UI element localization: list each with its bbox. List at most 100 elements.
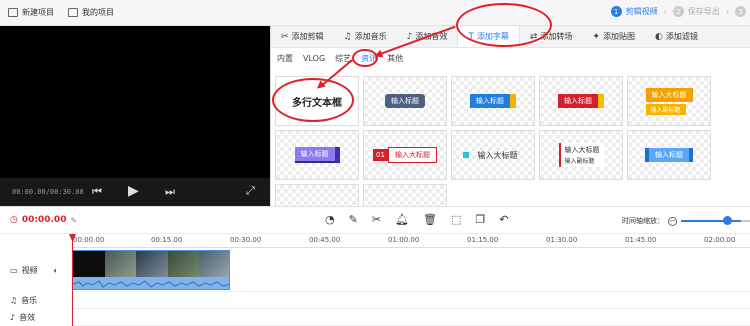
step-number: 1 bbox=[610, 6, 622, 17]
track-headers: ▭ 视频 🔈︎ ♫ 音乐 ♪ 音效 bbox=[0, 248, 72, 326]
sticker-icon: ✦ bbox=[592, 31, 600, 42]
tick-label: 01:00.00 bbox=[388, 236, 420, 244]
waveform-graphic bbox=[73, 280, 229, 288]
tab-label: 添加贴图 bbox=[602, 32, 635, 41]
clip-thumbnail bbox=[167, 251, 200, 277]
tick-label: 01:45.00 bbox=[625, 236, 657, 244]
template-title-1[interactable]: 输入标题 bbox=[363, 76, 447, 126]
template-title-4[interactable]: 输入标题 bbox=[275, 130, 359, 180]
new-project-button[interactable]: 新建项目 bbox=[8, 7, 54, 18]
clip-thumbnail bbox=[73, 251, 105, 277]
clip-thumbnails bbox=[73, 251, 229, 277]
undo-icon[interactable]: ↶ bbox=[499, 213, 508, 226]
copy-icon[interactable]: ❐ bbox=[475, 213, 485, 226]
tab-label: 添加音乐 bbox=[354, 32, 387, 41]
template-title-subtitle-2[interactable]: 输入大标题 输入副标题 bbox=[539, 130, 623, 180]
template-title-2[interactable]: 输入标题 bbox=[451, 76, 535, 126]
sound-effect-icon: ♪ bbox=[10, 313, 16, 322]
zoom-track-rest bbox=[741, 220, 750, 222]
step-edit[interactable]: 1 剪辑视频 bbox=[610, 6, 658, 17]
zoom-slider[interactable] bbox=[681, 216, 750, 225]
tab-add-music[interactable]: ♫ 添加音乐 bbox=[334, 26, 397, 47]
sound-effect-icon: ♪ bbox=[406, 31, 413, 42]
speed-icon[interactable]: ◔ bbox=[325, 213, 335, 226]
time-ruler[interactable]: 00:00.00 00:15.00 00:30.00 00:45.00 01:0… bbox=[72, 234, 750, 248]
cut-icon[interactable]: ✂ bbox=[372, 213, 381, 226]
edit-pen-icon[interactable]: ✎ bbox=[349, 213, 358, 226]
speaker-icon[interactable]: 🔈︎ bbox=[54, 266, 59, 276]
template-number: 01 bbox=[373, 149, 388, 161]
step-export[interactable]: 2 保存导出 bbox=[672, 6, 720, 17]
track-header-music: ♫ 音乐 bbox=[10, 295, 37, 306]
template-label: 输入标题 bbox=[558, 94, 604, 108]
folder-icon bbox=[68, 8, 78, 17]
annotation-circle-template bbox=[272, 78, 354, 122]
my-projects-button[interactable]: 我的项目 bbox=[68, 7, 114, 18]
tab-add-filter[interactable]: ◐ 添加滤镜 bbox=[645, 26, 708, 47]
step-number: 3 bbox=[735, 6, 746, 17]
tick-label: 00:00.00 bbox=[73, 236, 105, 244]
clip-icon: ✂ bbox=[281, 31, 289, 42]
template-numbered-title[interactable]: 01 输入大标题 bbox=[363, 130, 447, 180]
zoom-label: 时间轴缩放： bbox=[622, 217, 664, 225]
clip-thumbnail bbox=[104, 251, 137, 277]
template-label: 输入标题 bbox=[385, 94, 425, 108]
preview-controls: 00:00.00/00:30.08 ⏮ ▶ ⏭ ⤢ bbox=[0, 178, 270, 206]
template-title-5[interactable]: 输入大标题 bbox=[451, 130, 535, 180]
video-preview[interactable]: 00:00.00/00:30.08 ⏮ ▶ ⏭ ⤢ bbox=[0, 26, 270, 206]
tick-label: 02:00.00 bbox=[704, 236, 736, 244]
template-label: 输入大标题 bbox=[477, 150, 518, 160]
previous-frame-icon[interactable]: ⏮ bbox=[92, 185, 102, 199]
track-label: 视频 bbox=[21, 266, 38, 275]
sfx-track[interactable] bbox=[72, 309, 750, 326]
tick-label: 00:30.00 bbox=[230, 236, 262, 244]
delete-icon[interactable]: 🗑︎ bbox=[423, 213, 437, 226]
step-3[interactable]: 3 bbox=[735, 6, 746, 17]
zoom-out-icon[interactable]: − bbox=[668, 216, 677, 226]
play-icon[interactable]: ▶ bbox=[128, 183, 139, 199]
template-label: 输入大标题 bbox=[564, 146, 600, 154]
subtab-other[interactable]: 其他 bbox=[387, 53, 403, 64]
template-title-6[interactable]: 输入标题 bbox=[627, 130, 711, 180]
bell-icon[interactable]: 🔔︎ bbox=[395, 213, 409, 226]
annotation-circle-tab bbox=[456, 3, 552, 47]
new-project-label: 新建项目 bbox=[22, 8, 54, 17]
tab-add-sticker[interactable]: ✦ 添加贴图 bbox=[582, 26, 645, 47]
music-note-icon: ♫ bbox=[10, 296, 18, 305]
clip-thumbnail bbox=[136, 251, 168, 277]
next-frame-icon[interactable]: ⏭ bbox=[165, 185, 175, 199]
edit-tools: ◔ ✎ ✂ 🔔︎ 🗑︎ ⬚ ❐ ↶ bbox=[325, 213, 508, 226]
timeline-zoom: 时间轴缩放： − bbox=[622, 216, 750, 226]
music-icon: ♫ bbox=[343, 31, 352, 42]
clip-thumbnail bbox=[199, 251, 229, 277]
template-title-3[interactable]: 输入标题 bbox=[539, 76, 623, 126]
template-title-subtitle-1[interactable]: 输入大标题 输入副标题 bbox=[627, 76, 711, 126]
video-clip[interactable] bbox=[72, 250, 230, 290]
template-label: 输入标题 bbox=[470, 94, 516, 108]
progress-steps: 1 剪辑视频 › 2 保存导出 › 3 bbox=[610, 6, 746, 17]
track-label: 音效 bbox=[19, 313, 36, 322]
step-number: 2 bbox=[672, 6, 684, 17]
current-time-value: 00:00.00 bbox=[21, 215, 67, 225]
tab-add-clip[interactable]: ✂ 添加剪辑 bbox=[271, 26, 334, 47]
zoom-knob[interactable] bbox=[723, 216, 732, 225]
music-track[interactable] bbox=[72, 292, 750, 309]
track-header-sfx: ♪ 音效 bbox=[10, 312, 35, 323]
timeline-toolbar: ◷ 00:00.00 ✎ ◔ ✎ ✂ 🔔︎ 🗑︎ ⬚ ❐ ↶ 时间轴缩放： − bbox=[0, 206, 750, 234]
template-label: 输入标题 bbox=[294, 147, 340, 163]
fullscreen-icon[interactable]: ⤢ bbox=[246, 184, 255, 198]
step-label: 保存导出 bbox=[687, 7, 720, 16]
new-file-icon bbox=[8, 8, 18, 17]
square-icon bbox=[462, 152, 469, 158]
crop-icon[interactable]: ⬚ bbox=[451, 213, 461, 226]
resource-panel: ✂ 添加剪辑 ♫ 添加音乐 ♪ 添加音效 T 添加字幕 ⇄ 添加转场 ✦ 添加贴图 ◐ 添加滤… bbox=[270, 26, 750, 234]
subtab-vlog[interactable]: VLOG bbox=[303, 54, 325, 63]
chevron-right-icon: › bbox=[725, 7, 729, 16]
playhead[interactable] bbox=[72, 234, 73, 326]
preview-time: 00:00.00/00:30.08 bbox=[12, 188, 84, 196]
filter-icon: ◐ bbox=[654, 31, 663, 42]
current-time: ◷ 00:00.00 ✎ bbox=[10, 215, 77, 225]
template-label: 输入大标题 bbox=[387, 147, 437, 163]
edit-time-icon[interactable]: ✎ bbox=[70, 216, 77, 225]
subtab-builtin[interactable]: 内置 bbox=[277, 53, 293, 64]
